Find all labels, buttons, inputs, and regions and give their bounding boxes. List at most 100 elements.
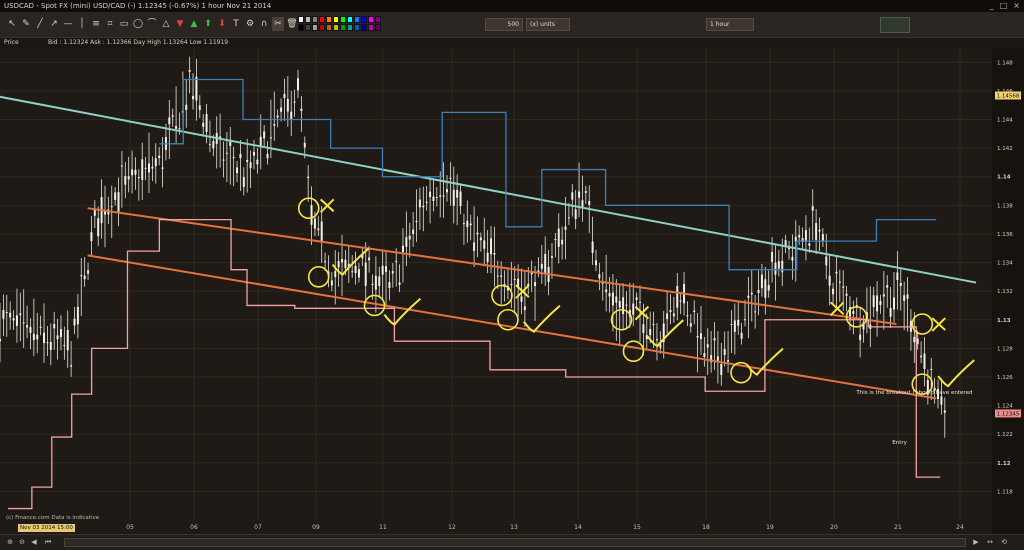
triangle-icon[interactable]: △ — [160, 17, 172, 31]
units-select[interactable]: (x) units — [526, 18, 570, 31]
color-swatch[interactable] — [347, 16, 353, 23]
channel-icon[interactable]: ≡ — [90, 17, 102, 31]
color-swatch[interactable] — [333, 24, 339, 31]
candle-body — [473, 242, 476, 251]
vertical-line-icon[interactable]: │ — [76, 17, 88, 31]
candle-body — [151, 166, 154, 169]
color-swatch[interactable] — [340, 24, 346, 31]
color-swatch[interactable] — [333, 16, 339, 23]
candle-body — [567, 217, 570, 219]
x-tick-label: 12 — [448, 524, 456, 531]
candle-body — [246, 159, 249, 163]
candle-body — [320, 221, 323, 241]
candle-body — [679, 300, 682, 302]
units-input[interactable]: 500 — [485, 18, 523, 31]
candle-body — [747, 295, 750, 298]
trash-icon[interactable]: 🗑 — [286, 17, 298, 31]
color-swatch[interactable] — [361, 24, 367, 31]
candle-body — [896, 272, 899, 281]
color-swatch[interactable] — [326, 16, 332, 23]
ellipse-icon[interactable]: ◯ — [132, 17, 144, 31]
candle-body — [202, 122, 205, 127]
up-green-arrow-icon[interactable]: ⬆ — [202, 17, 214, 31]
candle-body — [716, 356, 719, 361]
color-swatch[interactable] — [375, 16, 381, 23]
candle-body — [913, 336, 916, 343]
maximize-button[interactable]: □ — [1000, 2, 1008, 10]
color-swatch[interactable] — [375, 24, 381, 31]
close-button[interactable]: × — [1013, 2, 1020, 10]
scroll-right-icon[interactable]: ▶ — [972, 538, 980, 546]
candle-body — [12, 318, 15, 321]
color-swatch[interactable] — [298, 16, 304, 23]
color-swatch[interactable] — [354, 16, 360, 23]
candle-body — [53, 323, 56, 329]
color-swatch[interactable] — [298, 24, 304, 31]
horizontal-line-icon[interactable]: — — [62, 17, 74, 31]
candle-body — [781, 260, 784, 273]
scroll-left-icon[interactable]: ◀ — [30, 538, 38, 546]
timeframe-select[interactable]: 1 hour — [706, 18, 754, 31]
candle-body — [310, 205, 313, 225]
fit-icon[interactable]: ↔ — [986, 538, 994, 546]
color-palette[interactable] — [298, 16, 382, 33]
gear-icon[interactable]: ⚙ — [244, 17, 256, 31]
up-arrow-icon[interactable]: ▲ — [188, 17, 200, 31]
color-swatch[interactable] — [312, 24, 318, 31]
zoom-in-icon[interactable]: ⊕ — [6, 538, 14, 546]
candle-body — [808, 243, 811, 246]
x-tick-label: 19 — [766, 524, 774, 531]
window-controls: _ □ × — [990, 2, 1020, 10]
rectangle-icon[interactable]: ▭ — [118, 17, 130, 31]
magnet-icon[interactable]: ∩ — [258, 17, 270, 31]
down-red-arrow-icon[interactable]: ⬇ — [216, 17, 228, 31]
candle-body — [192, 96, 195, 100]
candle-body — [395, 261, 398, 263]
ray-icon[interactable]: ↗ — [48, 17, 60, 31]
pencil-icon[interactable]: ✎ — [20, 17, 32, 31]
color-swatch[interactable] — [319, 16, 325, 23]
candle-body — [771, 251, 774, 262]
minimize-button[interactable]: _ — [990, 2, 994, 10]
candle-body — [571, 192, 574, 200]
color-swatch[interactable] — [340, 16, 346, 23]
arc-icon[interactable]: ⌒ — [146, 17, 158, 31]
candle-body — [540, 263, 543, 269]
color-swatch[interactable] — [361, 16, 367, 23]
scissors-icon[interactable]: ✂ — [272, 17, 284, 31]
color-swatch[interactable] — [368, 16, 374, 23]
text-tool-icon[interactable]: T — [230, 17, 242, 31]
x-tick-label: 05 — [126, 524, 134, 531]
color-swatch[interactable] — [326, 24, 332, 31]
down-arrow-icon[interactable]: ▼ — [174, 17, 186, 31]
price-chart[interactable]: 05060709111213141518192021241.1481.1461.… — [0, 48, 1024, 534]
color-swatch[interactable] — [312, 16, 318, 23]
chart-thumbnail-icon[interactable] — [880, 17, 910, 33]
candle-body — [611, 292, 614, 306]
color-swatch[interactable] — [305, 16, 311, 23]
candle-body — [364, 262, 367, 286]
candle-body — [449, 177, 452, 179]
reset-icon[interactable]: ⟲ — [1000, 538, 1008, 546]
candle-body — [639, 301, 642, 303]
candle-body — [689, 323, 692, 327]
y-tick-label: 1.128 — [997, 346, 1013, 352]
color-swatch[interactable] — [305, 24, 311, 31]
candle-body — [940, 396, 943, 405]
candle-body — [401, 245, 404, 252]
candle-body — [452, 189, 455, 206]
candle-body — [879, 301, 882, 305]
fibonacci-icon[interactable]: ⌗ — [104, 17, 116, 31]
color-swatch[interactable] — [368, 24, 374, 31]
zoom-out-icon[interactable]: ⊖ — [18, 538, 26, 546]
candle-body — [43, 332, 46, 344]
color-swatch[interactable] — [347, 24, 353, 31]
time-scrollbar[interactable] — [64, 538, 966, 547]
candle-body — [131, 169, 134, 176]
scroll-end-icon[interactable]: ⏮ — [44, 538, 52, 546]
color-swatch[interactable] — [319, 24, 325, 31]
color-swatch[interactable] — [354, 24, 360, 31]
candle-body — [381, 265, 384, 275]
line-icon[interactable]: ╱ — [34, 17, 46, 31]
pointer-icon[interactable]: ↖ — [6, 17, 18, 31]
